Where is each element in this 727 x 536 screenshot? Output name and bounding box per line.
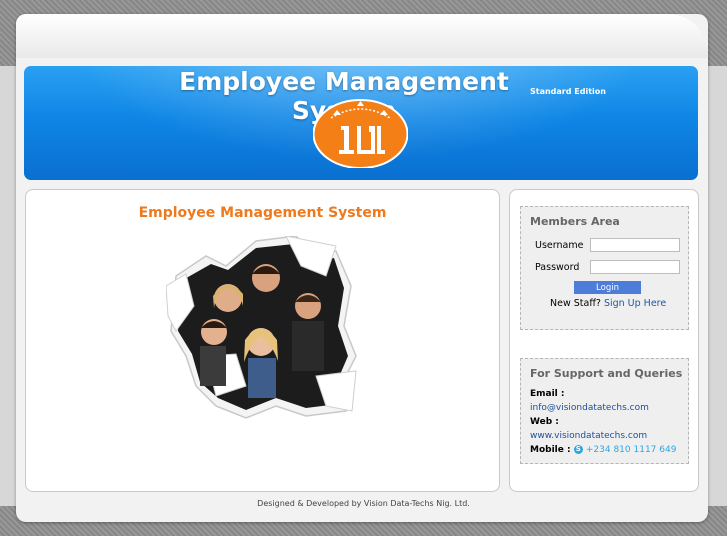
password-input[interactable] [590,260,680,274]
support-box: For Support and Queries Email : info@vis… [520,358,689,464]
username-input[interactable] [590,238,680,252]
sidebar-panel: Members Area Username Password Login New… [509,189,699,492]
company-logo [313,99,408,168]
support-title: For Support and Queries [530,367,683,380]
new-staff-text: New Staff? [550,298,601,309]
email-label: Email : [530,389,565,399]
email-link[interactable]: info@visiondatatechs.com [530,403,649,413]
mobile-label: Mobile : [530,445,571,455]
edition-label: Standard Edition [530,87,606,96]
members-area-box: Members Area Username Password Login New… [520,206,689,330]
main-panel: Employee Management System [25,189,500,492]
password-label: Password [535,262,580,273]
mobile-number[interactable]: +234 810 1117 649 [586,445,677,455]
footer-credit: Designed & Developed by Vision Data-Tech… [257,499,470,508]
new-staff-line: New Staff? Sign Up Here [550,298,666,309]
mobile-line: Mobile : S +234 810 1117 649 [530,445,676,455]
signup-link[interactable]: Sign Up Here [604,298,666,309]
login-button[interactable]: Login [574,281,641,294]
web-label: Web : [530,417,559,427]
web-link[interactable]: www.visiondatatechs.com [530,431,647,441]
skype-icon: S [573,445,583,454]
team-photo [166,236,357,419]
top-tab [16,14,708,58]
main-heading: Employee Management System [138,205,387,221]
header-banner: Employee Management System Standard Edit… [24,66,698,180]
username-label: Username [535,240,584,251]
members-area-title: Members Area [530,215,620,228]
